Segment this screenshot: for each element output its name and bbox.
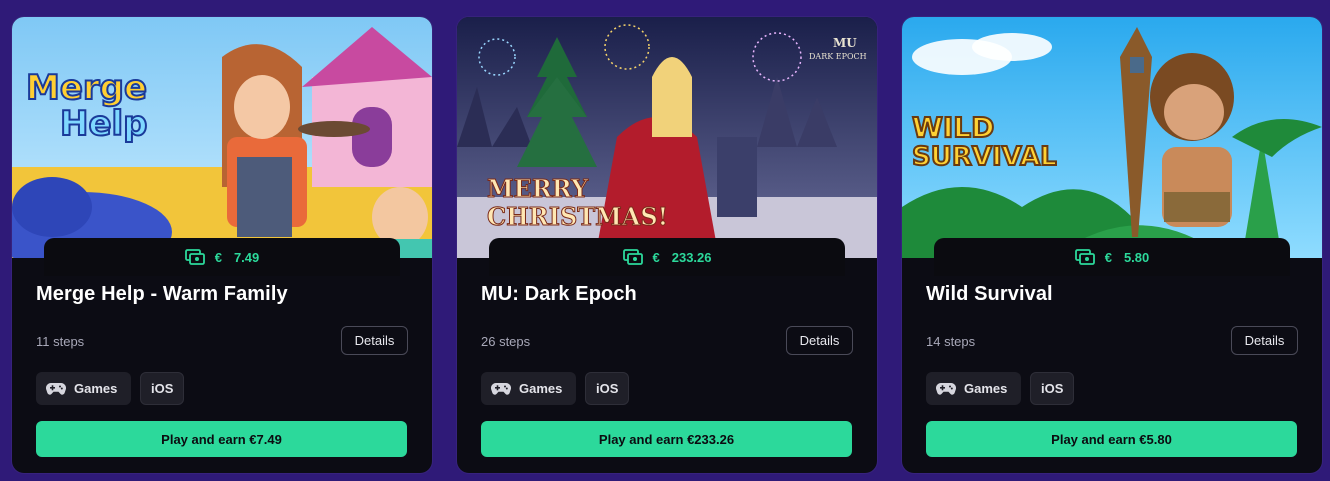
gamepad-icon [491,382,511,395]
steps-count: 11 steps [36,334,85,349]
survival-logo-text: SURVIVAL [912,142,1057,172]
reward-badge: € 233.26 [489,238,845,276]
mu-logo-text: MU [833,36,857,50]
merge-help-logo-text-1: Merge [26,68,147,108]
offer-card-merge-help[interactable]: Merge Help € 7.49 Merge Help - Warm Fami… [12,17,432,473]
dark-epoch-logo-text: DARK EPOCH [809,52,867,61]
tag-games: Games [481,372,577,405]
tag-games: Games [926,372,1022,405]
merry-christmas-banner-2: CHRISTMAS! [487,202,668,231]
gamepad-icon [936,382,956,395]
tag-games-label: Games [519,381,563,396]
play-and-earn-button[interactable]: Play and earn €5.80 [926,421,1297,457]
play-and-earn-button[interactable]: Play and earn €7.49 [36,421,407,457]
merry-christmas-banner-1: MERRY [487,174,589,203]
cash-icon [1074,249,1095,265]
reward-badge: € 5.80 [934,238,1290,276]
reward-currency: € [1104,249,1112,265]
tag-games: Games [36,372,132,405]
game-banner-image: MERRY CHRISTMAS! MU DARK EPOCH [457,17,877,258]
offer-card-wild-survival[interactable]: WILD SURVIVAL € 5.80 Wild Survival 14 st… [902,17,1322,473]
reward-badge: € 7.49 [44,238,400,276]
game-banner-image: Merge Help [12,17,432,258]
offer-card-mu-dark-epoch[interactable]: MERRY CHRISTMAS! MU DARK EPOCH € 233.26 … [457,17,877,473]
steps-count: 14 steps [926,334,976,349]
steps-count: 26 steps [481,334,531,349]
wild-logo-text: WILD [912,111,994,144]
cash-icon [184,249,205,265]
gamepad-icon [46,382,66,395]
cash-icon [622,249,643,265]
tag-ios: iOS [140,372,185,405]
reward-currency: € [214,249,222,265]
game-banner-image: WILD SURVIVAL [902,17,1322,258]
reward-amount: 233.26 [671,249,712,265]
details-button[interactable]: Details [341,326,408,355]
reward-amount: 5.80 [1123,249,1150,265]
details-button[interactable]: Details [1231,326,1298,355]
reward-amount: 7.49 [233,249,260,265]
offer-title: MU: Dark Epoch [481,283,637,305]
play-and-earn-button[interactable]: Play and earn €233.26 [481,421,852,457]
offer-title: Merge Help - Warm Family [36,283,288,305]
tag-ios: iOS [1030,372,1075,405]
merge-help-logo-text-2: Help [60,104,148,144]
tag-games-label: Games [964,381,1008,396]
offer-title: Wild Survival [926,283,1053,305]
tag-ios: iOS [585,372,630,405]
reward-currency: € [652,249,660,265]
tag-games-label: Games [74,381,118,396]
details-button[interactable]: Details [786,326,853,355]
